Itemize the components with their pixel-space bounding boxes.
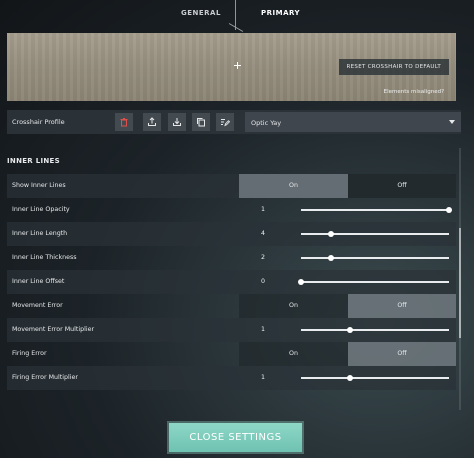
- inner-line-length-slider[interactable]: [301, 231, 449, 237]
- setting-label: Inner Line Opacity: [12, 206, 70, 213]
- slider-thumb[interactable]: [346, 327, 353, 333]
- scrollbar-thumb[interactable]: [459, 228, 461, 338]
- setting-row-show-inner-lines: Show Inner Lines On Off: [7, 174, 456, 198]
- show-inner-lines-toggle[interactable]: On Off: [239, 174, 456, 198]
- download-icon: [173, 118, 181, 126]
- toggle-off[interactable]: Off: [348, 174, 456, 198]
- elements-misaligned-link[interactable]: Elements misaligned?: [384, 89, 444, 95]
- setting-row-inner-line-offset: Inner Line Offset 0: [7, 270, 456, 294]
- crosshair-profile-select[interactable]: Optic Yay: [245, 112, 461, 132]
- crosshair-profile-row: Crosshair Profile Optic Yay: [7, 110, 461, 134]
- crosshair-icon: [234, 62, 241, 69]
- trash-icon: [120, 118, 128, 127]
- inner-line-offset-slider[interactable]: [298, 279, 449, 285]
- setting-label: Movement Error Multiplier: [12, 326, 95, 333]
- settings-scrollbar[interactable]: [459, 148, 461, 410]
- crosshair-preview: RESET CROSSHAIR TO DEFAULT Elements misa…: [7, 33, 456, 101]
- movement-error-toggle[interactable]: On Off: [239, 294, 456, 318]
- setting-label: Show Inner Lines: [12, 182, 66, 189]
- slider-value: 4: [261, 230, 266, 237]
- slider-value: 1: [261, 374, 266, 381]
- tab-primary[interactable]: PRIMARY: [261, 9, 300, 17]
- upload-icon: [148, 117, 156, 126]
- setting-label: Firing Error Multiplier: [12, 374, 78, 381]
- setting-label: Inner Line Offset: [12, 278, 65, 285]
- slider-value: 2: [261, 254, 266, 261]
- slider-value: 1: [261, 326, 266, 333]
- setting-row-firing-error-multiplier: Firing Error Multiplier 1: [7, 366, 456, 390]
- top-tabs: GENERAL PRIMARY: [0, 0, 474, 32]
- inner-line-opacity-slider[interactable]: [301, 207, 452, 213]
- toggle-off[interactable]: Off: [348, 294, 456, 318]
- firing-error-multiplier-slider[interactable]: [301, 375, 449, 381]
- slider-thumb[interactable]: [327, 231, 334, 237]
- chevron-down-icon: [449, 120, 455, 124]
- setting-label: Firing Error: [12, 350, 47, 357]
- toggle-off[interactable]: Off: [348, 342, 456, 366]
- firing-error-toggle[interactable]: On Off: [239, 342, 456, 366]
- toggle-on[interactable]: On: [239, 294, 348, 318]
- rename-profile-button[interactable]: [216, 113, 234, 131]
- setting-row-movement-error-multiplier: Movement Error Multiplier 1: [7, 318, 456, 342]
- slider-thumb[interactable]: [327, 255, 334, 261]
- import-profile-button[interactable]: [168, 113, 186, 131]
- delete-profile-button[interactable]: [115, 113, 133, 131]
- toggle-on[interactable]: On: [239, 174, 348, 198]
- setting-row-inner-line-length: Inner Line Length 4: [7, 222, 456, 246]
- toggle-on[interactable]: On: [239, 342, 348, 366]
- tab-general[interactable]: GENERAL: [181, 9, 221, 17]
- slider-thumb[interactable]: [298, 279, 304, 285]
- inner-lines-settings: Show Inner Lines On Off Inner Line Opaci…: [7, 174, 456, 390]
- setting-row-movement-error: Movement Error On Off: [7, 294, 456, 318]
- copy-icon: [197, 118, 205, 127]
- setting-row-inner-line-opacity: Inner Line Opacity 1: [7, 198, 456, 222]
- movement-error-multiplier-slider[interactable]: [301, 327, 449, 333]
- section-title-inner-lines: INNER LINES: [7, 157, 60, 165]
- setting-row-inner-line-thickness: Inner Line Thickness 2: [7, 246, 456, 270]
- copy-profile-button[interactable]: [192, 113, 210, 131]
- export-profile-button[interactable]: [143, 113, 161, 131]
- tab-indicator: [228, 23, 244, 32]
- slider-value: 1: [261, 206, 266, 213]
- setting-label: Movement Error: [12, 302, 63, 309]
- slider-thumb[interactable]: [346, 375, 353, 381]
- close-settings-button[interactable]: CLOSE SETTINGS: [169, 423, 302, 452]
- setting-label: Inner Line Thickness: [12, 254, 77, 261]
- crosshair-profile-label: Crosshair Profile: [12, 118, 65, 126]
- setting-label: Inner Line Length: [12, 230, 68, 237]
- selected-profile: Optic Yay: [251, 119, 282, 127]
- slider-thumb[interactable]: [446, 207, 452, 213]
- slider-value: 0: [261, 278, 266, 285]
- inner-line-thickness-slider[interactable]: [301, 255, 449, 261]
- reset-crosshair-button[interactable]: RESET CROSSHAIR TO DEFAULT: [338, 59, 449, 75]
- edit-icon: [221, 119, 230, 127]
- setting-row-firing-error: Firing Error On Off: [7, 342, 456, 366]
